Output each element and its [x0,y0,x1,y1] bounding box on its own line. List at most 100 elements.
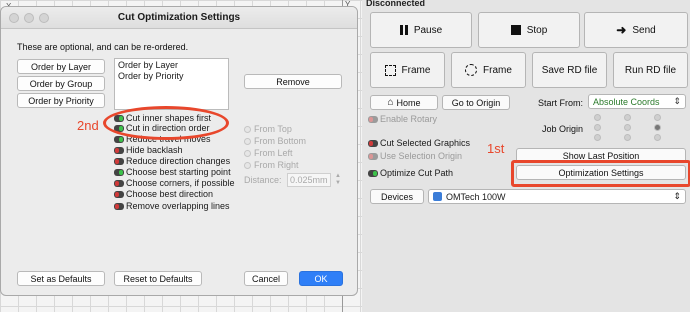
updown-chevron-icon: ⇕ [673,191,681,201]
cut-selected-toggle[interactable]: Cut Selected Graphics [368,138,470,148]
home-button[interactable]: ⌂ Home [370,95,438,110]
option-hide-backlash[interactable]: Hide backlash [114,145,183,155]
toggle-led-icon [368,140,378,148]
ok-button[interactable]: OK [299,271,343,286]
option-label: Remove overlapping lines [126,201,230,211]
order-by-group-label: Order by Group [29,78,93,89]
option-remove-overlapping[interactable]: Remove overlapping lines [114,201,230,211]
remove-label: Remove [276,76,310,87]
radio-from-right[interactable]: From Right [244,160,299,170]
set-as-defaults-label: Set as Defaults [30,273,92,284]
option-label: Hide backlash [126,145,183,155]
order-list-item[interactable]: Order by Priority [118,71,225,82]
radio-label: From Bottom [254,136,307,146]
laser-panel: Disconnected Pause Stop ➜ Send Frame Fra… [362,0,690,312]
use-selection-origin-toggle[interactable]: Use Selection Origin [368,151,462,161]
distance-stepper-icon[interactable]: ▲ ▼ [334,173,342,187]
origin-radio[interactable] [594,124,601,131]
send-label: Send [632,24,656,36]
radio-from-left[interactable]: From Left [244,148,293,158]
save-rd-label: Save RD file [541,64,598,76]
order-by-priority-button[interactable]: Order by Priority [17,93,105,108]
close-window-icon[interactable] [9,13,19,23]
frame-rect-button[interactable]: Frame [370,52,445,88]
distance-input[interactable]: 0.025mm [287,173,331,187]
save-rd-button[interactable]: Save RD file [532,52,607,88]
frame-round-button[interactable]: Frame [451,52,526,88]
radio-icon [244,138,251,145]
option-best-direction[interactable]: Choose best direction [114,189,213,199]
annotation-second: 2nd [77,118,99,133]
go-to-origin-button[interactable]: Go to Origin [442,95,510,110]
set-as-defaults-button[interactable]: Set as Defaults [17,271,105,286]
origin-radio[interactable] [654,124,661,131]
send-button[interactable]: ➜ Send [584,12,688,48]
annotation-ellipse [103,106,229,140]
toggle-led-icon [114,136,124,144]
order-list[interactable]: Order by Layer Order by Priority [114,58,229,110]
home-icon: ⌂ [387,97,394,108]
toggle-led-icon [114,147,124,155]
enable-rotary-toggle[interactable]: Enable Rotary [368,114,437,124]
reset-to-defaults-label: Reset to Defaults [123,273,193,284]
cut-optimization-dialog: Cut Optimization Settings These are opti… [0,6,358,296]
option-best-starting-point[interactable]: Choose best starting point [114,167,231,177]
frame-round-icon [465,64,478,76]
order-by-layer-button[interactable]: Order by Layer [17,59,105,74]
radio-from-bottom[interactable]: From Bottom [244,136,306,146]
cancel-button[interactable]: Cancel [244,271,288,286]
device-name: OMTech 100W [446,191,506,202]
option-label: Choose best direction [126,189,214,199]
distance-label: Distance: [244,175,282,185]
minimize-window-icon[interactable] [24,13,34,23]
device-select-value: OMTech 100W [433,191,506,202]
cancel-label: Cancel [251,273,280,284]
origin-radio[interactable] [624,134,631,141]
use-selection-origin-label: Use Selection Origin [380,151,463,161]
origin-radio[interactable] [594,134,601,141]
home-label: Home [396,97,421,108]
pause-button[interactable]: Pause [370,12,472,48]
start-from-select[interactable]: Absolute Coords ⇕ [588,94,686,109]
enable-rotary-label: Enable Rotary [380,114,438,124]
device-select[interactable]: OMTech 100W ⇕ [428,189,686,204]
order-by-group-button[interactable]: Order by Group [17,76,105,91]
devices-label: Devices [380,191,413,202]
cut-selected-label: Cut Selected Graphics [380,138,471,148]
stop-label: Stop [526,24,548,36]
connection-status: Disconnected [366,0,426,8]
radio-from-top[interactable]: From Top [244,124,292,134]
origin-radio[interactable] [624,114,631,121]
origin-radio[interactable] [624,124,631,131]
dialog-intro-text: These are optional, and can be re-ordere… [17,42,189,52]
origin-radio[interactable] [654,134,661,141]
run-rd-button[interactable]: Run RD file [613,52,688,88]
toggle-led-icon [368,170,378,178]
stop-button[interactable]: Stop [478,12,580,48]
optimize-cut-path-label: Optimize Cut Path [380,168,454,178]
toggle-led-icon [114,158,124,166]
start-from-label: Start From: [538,98,584,108]
option-label: Choose best starting point [126,167,231,177]
order-by-layer-label: Order by Layer [30,61,92,72]
optimize-cut-path-toggle[interactable]: Optimize Cut Path [368,168,453,178]
origin-radio[interactable] [594,114,601,121]
annotation-rectangle [511,160,690,187]
order-list-item[interactable]: Order by Layer [118,60,225,71]
reset-to-defaults-button[interactable]: Reset to Defaults [114,271,202,286]
start-from-value: Absolute Coords [593,96,660,107]
radio-label: From Left [254,148,293,158]
dialog-titlebar: Cut Optimization Settings [1,7,357,29]
radio-label: From Top [254,124,292,134]
window-controls [9,13,49,23]
stop-icon [510,25,521,35]
radio-label: From Right [254,160,299,170]
option-reduce-direction-changes[interactable]: Reduce direction changes [114,156,230,166]
updown-chevron-icon: ⇕ [673,96,681,106]
remove-button[interactable]: Remove [244,74,342,89]
origin-radio[interactable] [654,114,661,121]
zoom-window-icon[interactable] [39,13,49,23]
devices-button[interactable]: Devices [370,189,424,204]
option-choose-corners[interactable]: Choose corners, if possible [114,178,235,188]
order-by-priority-label: Order by Priority [28,95,94,106]
